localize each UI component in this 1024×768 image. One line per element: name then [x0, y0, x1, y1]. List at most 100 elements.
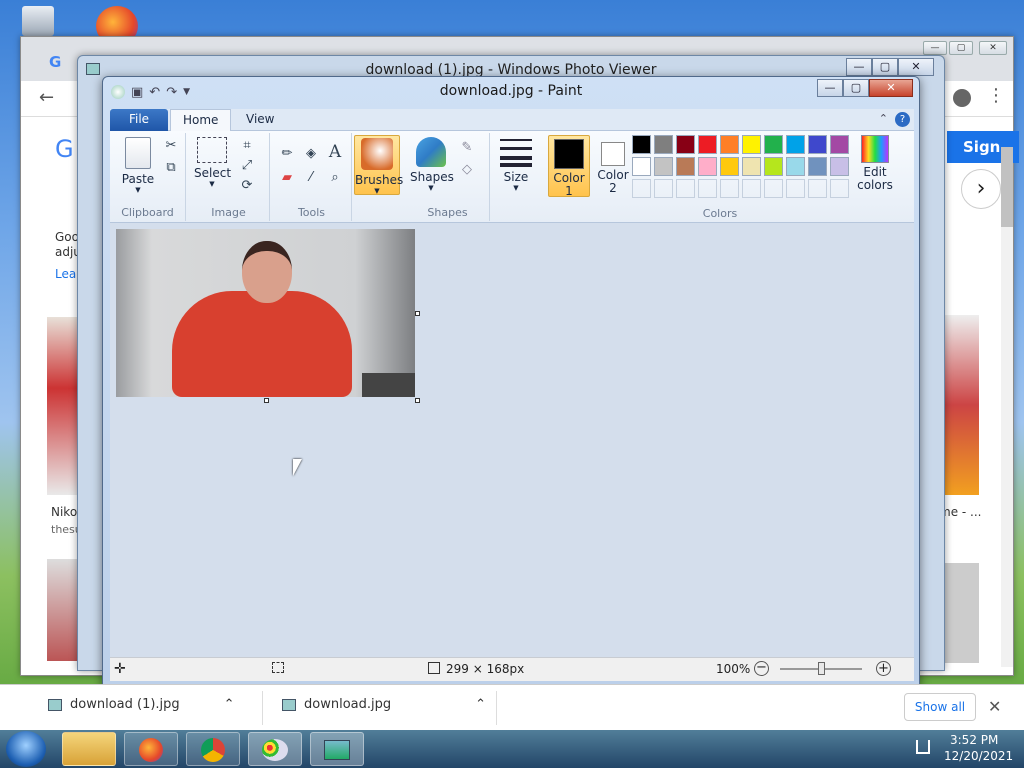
paint-maximize-button[interactable]: ▢ [843, 79, 869, 97]
network-icon[interactable] [916, 740, 930, 754]
back-arrow-icon[interactable]: ← [39, 87, 54, 108]
crop-icon[interactable]: ⌗ [238, 137, 256, 155]
color2-button[interactable]: Color 2 [592, 135, 634, 197]
palette-swatch[interactable] [632, 135, 651, 154]
palette-swatch[interactable] [808, 135, 827, 154]
palette-swatch-empty[interactable] [742, 179, 761, 198]
snippet-link[interactable]: Lea [55, 267, 76, 281]
palette-swatch[interactable] [786, 157, 805, 176]
result-thumbnail[interactable] [939, 563, 979, 663]
eraser-icon[interactable]: ▰ [278, 169, 296, 187]
palette-swatch-empty[interactable] [632, 179, 651, 198]
pv-minimize-button[interactable]: — [846, 58, 872, 76]
download-item[interactable]: download (1).jpg ⌃ [48, 697, 235, 712]
zoom-slider-thumb[interactable] [818, 662, 825, 675]
palette-swatch[interactable] [742, 135, 761, 154]
palette-swatch[interactable] [720, 135, 739, 154]
paste-button[interactable]: Paste ▼ [118, 137, 158, 194]
palette-swatch[interactable] [698, 135, 717, 154]
palette-swatch[interactable] [786, 135, 805, 154]
result-thumbnail[interactable] [939, 315, 979, 495]
image-canvas[interactable] [116, 229, 415, 397]
edit-colors-button[interactable]: Edit colors [854, 135, 896, 192]
palette-swatch[interactable] [654, 135, 673, 154]
clock-date[interactable]: 12/20/2021 [944, 749, 1013, 763]
tab-view[interactable]: View [234, 109, 286, 131]
palette-swatch[interactable] [764, 135, 783, 154]
copy-icon[interactable]: ⧉ [162, 159, 180, 177]
resize-handle-right[interactable] [415, 311, 420, 316]
clock-time[interactable]: 3:52 PM [950, 733, 998, 747]
rotate-icon[interactable]: ⟳ [238, 177, 256, 195]
fill-icon[interactable]: ◈ [302, 145, 320, 163]
start-button[interactable] [6, 731, 46, 767]
palette-swatch[interactable] [720, 157, 739, 176]
next-arrow-icon[interactable]: › [961, 169, 1001, 209]
taskbar-firefox-button[interactable] [124, 732, 178, 766]
chrome-scrollbar[interactable] [1001, 147, 1013, 667]
chevron-up-icon[interactable]: ⌃ [224, 697, 235, 712]
taskbar-explorer-button[interactable] [62, 732, 116, 766]
palette-swatch-empty[interactable] [698, 179, 717, 198]
palette-swatch-empty[interactable] [808, 179, 827, 198]
tab-file[interactable]: File [110, 109, 168, 131]
paint-close-button[interactable]: ✕ [869, 79, 913, 97]
palette-swatch[interactable] [676, 157, 695, 176]
palette-swatch[interactable] [742, 157, 761, 176]
show-all-button[interactable]: Show all [904, 693, 976, 721]
recycle-bin-icon[interactable] [22, 6, 54, 36]
close-downloads-icon[interactable]: ✕ [988, 697, 1001, 716]
palette-swatch[interactable] [808, 157, 827, 176]
chevron-up-icon[interactable]: ⌃ [475, 697, 486, 712]
result-title[interactable]: Niko [51, 505, 77, 519]
menu-dots-icon[interactable]: ⋮ [987, 85, 1005, 106]
palette-swatch-empty[interactable] [676, 179, 695, 198]
size-button[interactable]: Size ▼ [498, 139, 534, 192]
palette-swatch[interactable] [764, 157, 783, 176]
chrome-minimize-button[interactable]: — [923, 41, 947, 55]
shape-fill-icon[interactable]: ◇ [458, 161, 476, 179]
taskbar-paint-button[interactable] [248, 732, 302, 766]
help-icon[interactable]: ? [895, 112, 910, 127]
taskbar-chrome-button[interactable] [186, 732, 240, 766]
color1-button[interactable]: Color 1 [548, 135, 590, 198]
palette-swatch[interactable] [698, 157, 717, 176]
palette-swatch[interactable] [830, 135, 849, 154]
palette-swatch-empty[interactable] [654, 179, 673, 198]
chrome-maximize-button[interactable]: ▢ [949, 41, 973, 55]
resize-handle-corner[interactable] [415, 398, 420, 403]
palette-swatch-empty[interactable] [786, 179, 805, 198]
canvas-area[interactable] [110, 223, 914, 657]
pv-maximize-button[interactable]: ▢ [872, 58, 898, 76]
resize-handle-bottom[interactable] [264, 398, 269, 403]
shapes-button[interactable]: Shapes ▼ [410, 137, 454, 192]
result-thumbnail[interactable] [47, 317, 79, 495]
pencil-icon[interactable]: ✏ [278, 145, 296, 163]
color-picker-icon[interactable]: ⁄ [302, 169, 320, 187]
palette-swatch[interactable] [676, 135, 695, 154]
text-icon[interactable]: A [326, 143, 344, 161]
palette-swatch-empty[interactable] [764, 179, 783, 198]
palette-swatch[interactable] [654, 157, 673, 176]
magnifier-icon[interactable]: ⌕ [326, 169, 344, 187]
palette-swatch[interactable] [830, 157, 849, 176]
palette-swatch-empty[interactable] [720, 179, 739, 198]
zoom-in-button[interactable]: + [876, 661, 891, 676]
pv-close-button[interactable]: ✕ [898, 58, 934, 76]
profile-icon[interactable] [953, 89, 971, 107]
outline-icon[interactable]: ✎ [458, 139, 476, 157]
select-button[interactable]: Select ▼ [194, 137, 231, 188]
palette-swatch-empty[interactable] [830, 179, 849, 198]
cut-icon[interactable]: ✂ [162, 137, 180, 155]
resize-icon[interactable]: ⤢ [238, 157, 256, 175]
palette-swatch[interactable] [632, 157, 651, 176]
result-title[interactable]: me - ... [939, 505, 981, 519]
download-item[interactable]: download.jpg ⌃ [282, 697, 486, 712]
brushes-button[interactable]: Brushes ▼ [354, 135, 403, 195]
tab-home[interactable]: Home [170, 109, 232, 132]
paint-minimize-button[interactable]: — [817, 79, 843, 97]
taskbar-photo-viewer-button[interactable] [310, 732, 364, 766]
chrome-close-button[interactable]: ✕ [979, 41, 1007, 55]
minimize-ribbon-icon[interactable]: ⌃ [879, 112, 888, 125]
result-thumbnail[interactable] [47, 559, 79, 661]
